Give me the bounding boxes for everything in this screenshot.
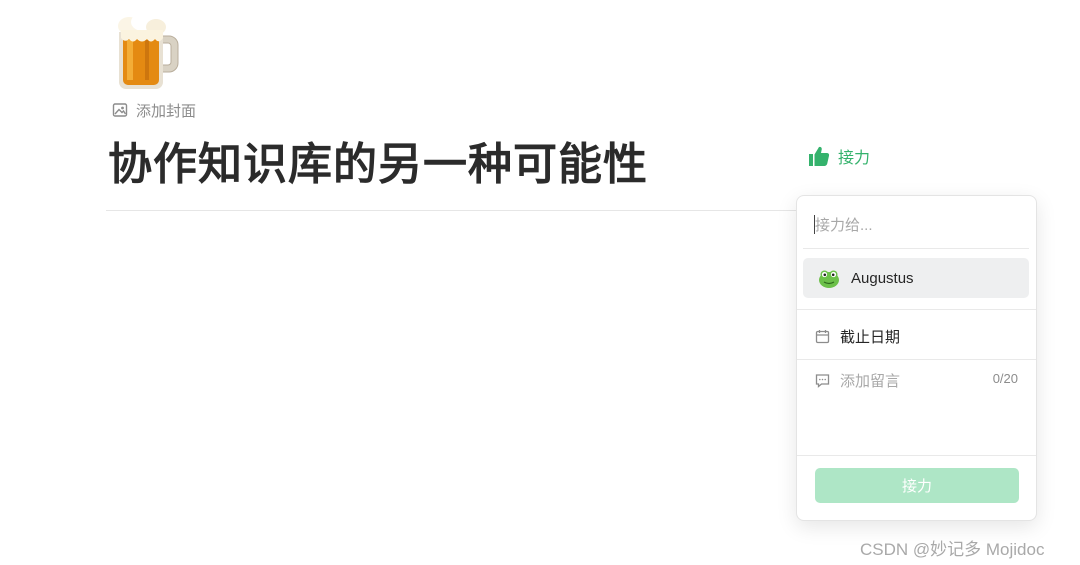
watermark: CSDN @妙记多 Mojidoc: [860, 540, 1045, 559]
beer-mug-icon[interactable]: [113, 12, 183, 90]
title-divider: [106, 210, 796, 211]
add-cover-button[interactable]: 添加封面: [112, 100, 196, 120]
separator: [803, 248, 1029, 249]
character-counter: 0/20: [992, 371, 1018, 386]
relay-button[interactable]: 接力: [808, 143, 870, 169]
relay-popover: Augustus 截止日期 添加留言 0/20 接力: [796, 195, 1037, 521]
separator: [797, 309, 1036, 310]
due-date-label: 截止日期: [840, 329, 901, 346]
frog-avatar-icon: [817, 266, 841, 290]
thumbs-up-icon: [809, 146, 830, 166]
user-option-augustus[interactable]: Augustus: [803, 258, 1029, 298]
message-placeholder: 添加留言: [840, 373, 901, 390]
text-caret: [814, 215, 815, 234]
page-title[interactable]: 协作知识库的另一种可能性: [108, 128, 648, 192]
due-date-field[interactable]: 截止日期: [815, 326, 900, 347]
relay-submit-button[interactable]: 接力: [815, 468, 1019, 503]
calendar-icon: [815, 330, 830, 344]
user-name: Augustus: [851, 269, 914, 287]
separator: [797, 359, 1036, 360]
relay-search-input[interactable]: [815, 214, 1015, 236]
image-icon: [112, 103, 128, 117]
comment-icon: [815, 374, 830, 388]
page: 添加封面 协作知识库的另一种可能性 接力 接力给... Augustus 截止日…: [0, 0, 1080, 565]
message-field[interactable]: 添加留言: [815, 370, 900, 391]
add-cover-label: 添加封面: [136, 102, 197, 120]
separator: [797, 455, 1036, 456]
relay-label: 接力: [838, 150, 871, 167]
